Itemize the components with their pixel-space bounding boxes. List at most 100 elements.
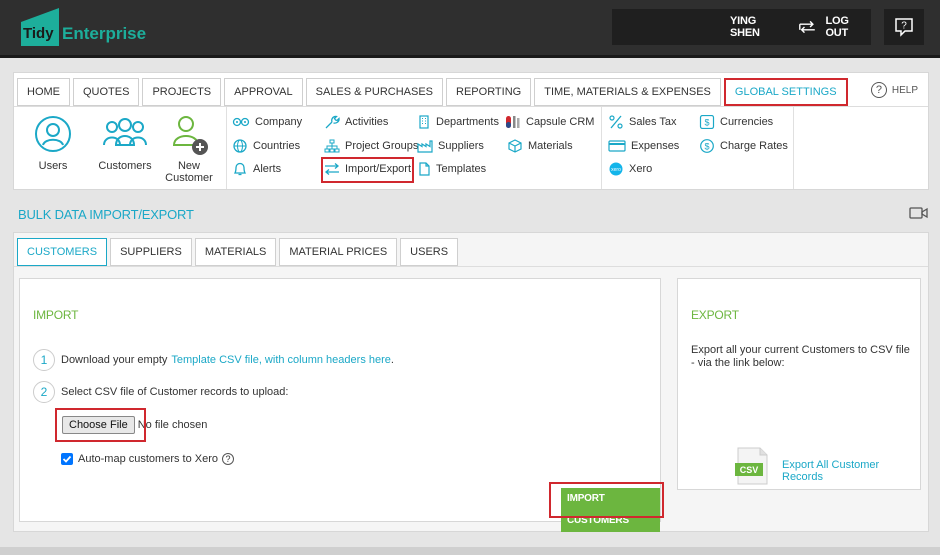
xero-label: Xero bbox=[629, 163, 653, 175]
svg-text:$: $ bbox=[704, 142, 709, 152]
menu-currencies[interactable]: $ Currencies bbox=[699, 113, 773, 131]
svg-text:$: $ bbox=[704, 118, 709, 128]
step-1: 1 Download your empty Template CSV file,… bbox=[33, 349, 394, 371]
menu-activities[interactable]: Activities bbox=[324, 113, 388, 131]
csv-label: CSV bbox=[740, 465, 759, 475]
template-csv-link[interactable]: Template CSV file, with column headers h… bbox=[171, 354, 391, 366]
entity-tabs: CUSTOMERS SUPPLIERS MATERIALS MATERIAL P… bbox=[17, 238, 461, 266]
info-question-icon[interactable]: ? bbox=[222, 453, 235, 465]
company-icon bbox=[232, 117, 250, 127]
new-customer-button[interactable]: New Customer bbox=[164, 113, 214, 184]
help-link[interactable]: ? HELP bbox=[870, 82, 918, 98]
tab-projects[interactable]: PROJECTS bbox=[142, 78, 222, 106]
tab-approval[interactable]: APPROVAL bbox=[224, 78, 303, 106]
menu-sales-tax[interactable]: Sales Tax bbox=[608, 113, 677, 131]
export-title: EXPORT bbox=[691, 308, 739, 322]
menu-alerts[interactable]: Alerts bbox=[232, 160, 281, 178]
divider bbox=[601, 107, 602, 189]
tab-users[interactable]: USERS bbox=[400, 238, 459, 266]
countries-label: Countries bbox=[253, 140, 301, 152]
charge-rates-label: Charge Rates bbox=[720, 140, 788, 152]
menu-suppliers[interactable]: Suppliers bbox=[417, 137, 484, 155]
switch-user-icon[interactable] bbox=[797, 19, 818, 35]
user-box: YING SHEN LOG OUT bbox=[612, 9, 871, 45]
document-icon bbox=[419, 162, 430, 176]
tab-quotes[interactable]: QUOTES bbox=[73, 78, 140, 106]
user-icon bbox=[35, 116, 71, 152]
video-icon[interactable] bbox=[909, 206, 929, 220]
tab-material-prices[interactable]: MATERIAL PRICES bbox=[279, 238, 398, 266]
tab-reporting[interactable]: REPORTING bbox=[446, 78, 532, 106]
tab-global-settings[interactable]: GLOBAL SETTINGS bbox=[723, 78, 848, 106]
xero-badge: xero bbox=[611, 167, 621, 173]
automap-row: Auto-map customers to Xero ? bbox=[61, 453, 235, 465]
csv-file-icon[interactable]: CSV bbox=[734, 447, 770, 485]
bell-icon bbox=[233, 162, 247, 176]
tab-home[interactable]: HOME bbox=[17, 78, 70, 106]
tab-customers[interactable]: CUSTOMERS bbox=[17, 238, 108, 266]
choose-file-button[interactable]: Choose File bbox=[62, 416, 135, 434]
add-user-icon bbox=[172, 116, 208, 155]
import-export-label: Import/Export bbox=[345, 163, 412, 175]
main-nav-panel: HOME QUOTES PROJECTS APPROVAL SALES & PU… bbox=[13, 72, 929, 190]
tab-time-materials-expenses[interactable]: TIME, MATERIALS & EXPENSES bbox=[534, 78, 721, 106]
divider bbox=[793, 107, 794, 189]
automap-checkbox[interactable] bbox=[61, 453, 73, 465]
menu-expenses[interactable]: Expenses bbox=[608, 137, 679, 155]
export-section: EXPORT Export all your current Customers… bbox=[677, 278, 921, 490]
suppliers-label: Suppliers bbox=[438, 140, 484, 152]
logo-text: Enterprise bbox=[62, 24, 147, 43]
users-label: Users bbox=[38, 160, 68, 172]
menu-countries[interactable]: Countries bbox=[232, 137, 300, 155]
export-all-customers-link[interactable]: Export All Customer Records bbox=[782, 459, 920, 483]
logout-link[interactable]: LOG OUT bbox=[825, 15, 871, 39]
sales-tax-label: Sales Tax bbox=[629, 116, 677, 128]
username[interactable]: YING SHEN bbox=[730, 15, 785, 39]
logo-mark: Tidy bbox=[21, 8, 59, 46]
help-label: HELP bbox=[891, 84, 918, 96]
menu-charge-rates[interactable]: $ Charge Rates bbox=[699, 137, 788, 155]
new-customer-label-2: Customer bbox=[165, 172, 213, 184]
menu-company[interactable]: Company bbox=[232, 113, 302, 131]
project-groups-label: Project Groups bbox=[345, 140, 419, 152]
step-2-text: Select CSV file of Customer records to u… bbox=[61, 386, 289, 398]
question-icon: ? bbox=[870, 82, 887, 98]
export-description: Export all your current Customers to CSV… bbox=[691, 344, 910, 369]
menu-import-export[interactable]: Import/Export bbox=[324, 160, 411, 178]
import-export-panel: CUSTOMERS SUPPLIERS MATERIALS MATERIAL P… bbox=[13, 232, 929, 532]
menu-materials[interactable]: Materials bbox=[507, 137, 573, 155]
check-icon bbox=[62, 455, 72, 463]
step-1-number: 1 bbox=[33, 349, 55, 371]
users-button[interactable]: Users bbox=[32, 115, 74, 172]
tidy-enterprise-logo[interactable]: Tidy Enterprise bbox=[21, 8, 146, 46]
step-2: 2 Select CSV file of Customer records to… bbox=[33, 381, 288, 403]
tab-sales-purchases[interactable]: SALES & PURCHASES bbox=[305, 78, 444, 106]
step-1-text: Download your empty bbox=[61, 354, 168, 366]
globe-icon bbox=[233, 139, 247, 153]
import-customers-button[interactable]: IMPORT CUSTOMERS bbox=[561, 488, 660, 532]
help-glyph: ? bbox=[901, 21, 907, 32]
divider bbox=[14, 266, 928, 267]
help-bubble-icon: ? bbox=[895, 18, 913, 37]
currencies-label: Currencies bbox=[720, 116, 774, 128]
menu-project-groups[interactable]: Project Groups bbox=[324, 137, 418, 155]
menu-templates[interactable]: Templates bbox=[417, 160, 486, 178]
percent-icon bbox=[609, 115, 623, 129]
cube-icon bbox=[508, 139, 522, 153]
tab-materials[interactable]: MATERIALS bbox=[194, 238, 277, 266]
help-chat-button[interactable]: ? bbox=[884, 9, 924, 45]
main-nav-tabs: HOME QUOTES PROJECTS APPROVAL SALES & PU… bbox=[17, 78, 851, 106]
top-bar: Tidy Enterprise YING SHEN LOG OUT ? bbox=[0, 0, 940, 58]
menu-departments[interactable]: Departments bbox=[417, 113, 499, 131]
credit-card-icon bbox=[608, 140, 626, 152]
expenses-label: Expenses bbox=[631, 140, 680, 152]
page-title: BULK DATA IMPORT/EXPORT bbox=[18, 207, 194, 222]
dollar-box-icon: $ bbox=[699, 115, 715, 129]
departments-label: Departments bbox=[436, 116, 499, 128]
menu-capsule-crm[interactable]: Capsule CRM bbox=[505, 113, 594, 131]
customers-button[interactable]: Customers bbox=[96, 115, 154, 172]
menu-xero[interactable]: xero Xero bbox=[608, 160, 652, 178]
tab-suppliers[interactable]: SUPPLIERS bbox=[110, 238, 192, 266]
import-export-icon bbox=[324, 163, 340, 175]
customers-label: Customers bbox=[98, 160, 152, 172]
